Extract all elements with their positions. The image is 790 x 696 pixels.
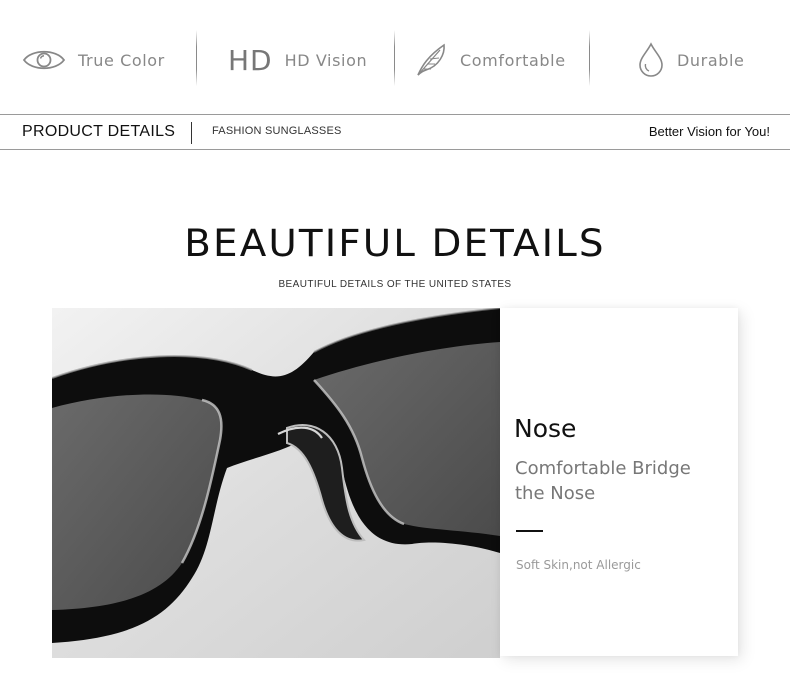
feature-divider: [196, 30, 197, 86]
detail-description: Comfortable Bridge the Nose: [515, 458, 691, 504]
feature-durable: Durable: [637, 34, 745, 86]
section-subheading: BEAUTIFUL DETAILS OF THE UNITED STATES: [278, 279, 512, 290]
feature-divider: [589, 30, 590, 86]
detail-card: Nose Comfortable Bridge the Nose Soft Sk…: [500, 308, 738, 656]
feature-label: HD Vision: [284, 50, 368, 70]
section-heading: BEAUTIFUL DETAILS: [184, 222, 606, 265]
feature-comfortable: Comfortable: [414, 34, 566, 86]
detail-divider: [516, 530, 543, 532]
feature-label: Comfortable: [460, 50, 566, 70]
feature-label: Durable: [677, 50, 745, 70]
hd-icon: HD: [228, 43, 273, 77]
detail-note: Soft Skin,not Allergic: [516, 558, 641, 572]
feature-label: True Color: [78, 50, 165, 70]
eye-icon: [22, 47, 66, 73]
product-tagline: Better Vision for You!: [648, 124, 770, 139]
product-category: FASHION SUNGLASSES: [212, 125, 342, 137]
feature-divider: [394, 30, 395, 86]
feature-true-color: True Color: [22, 34, 165, 86]
feather-icon: [414, 42, 448, 78]
product-details-title: PRODUCT DETAILS: [22, 123, 176, 140]
detail-title: Nose: [514, 414, 577, 443]
feature-hd-vision: HD HD Vision: [228, 34, 367, 86]
bar-divider: [191, 122, 192, 144]
feature-strip: True Color HD HD Vision Comfortable Dura…: [0, 0, 790, 115]
water-drop-icon: [637, 42, 665, 78]
product-details-bar: PRODUCT DETAILS FASHION SUNGLASSES Bette…: [0, 114, 790, 150]
sunglasses-closeup-image: [52, 308, 500, 658]
